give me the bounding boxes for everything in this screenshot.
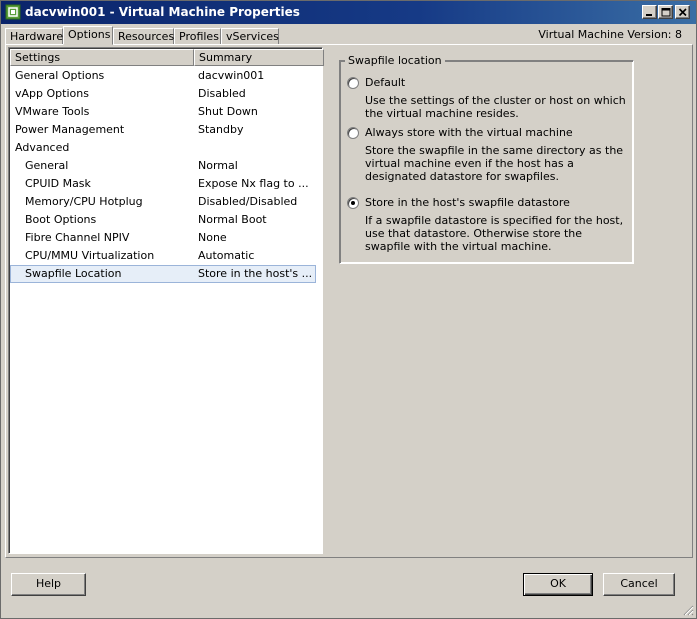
settings-row-general[interactable]: General Normal — [10, 157, 322, 175]
setting-name: CPU/MMU Virtualization — [25, 249, 155, 262]
settings-list: Settings Summary General Options dacvwin0… — [8, 47, 324, 554]
settings-row-fibre-channel-npiv[interactable]: Fibre Channel NPIV None — [10, 229, 322, 247]
close-icon — [678, 8, 687, 17]
setting-name: CPUID Mask — [25, 177, 91, 190]
settings-row-cpu-mmu-virtualization[interactable]: CPU/MMU Virtualization Automatic — [10, 247, 322, 265]
help-button[interactable]: Help — [11, 573, 86, 596]
setting-name: Swapfile Location — [25, 267, 122, 280]
minimize-icon — [646, 14, 652, 16]
setting-summary: None — [198, 231, 227, 244]
setting-name: Advanced — [15, 141, 70, 154]
swapfile-settings-panel: Swapfile location Default Use the settin… — [323, 47, 690, 554]
settings-row-power-management[interactable]: Power Management Standby — [10, 121, 322, 139]
setting-name: Fibre Channel NPIV — [25, 231, 130, 244]
tab-label: Profiles — [179, 30, 219, 43]
column-header-summary[interactable]: Summary — [194, 49, 324, 66]
setting-name: General — [25, 159, 69, 172]
setting-summary: Shut Down — [198, 105, 258, 118]
vm-version-label: Virtual Machine Version: 8 — [538, 28, 682, 41]
tab-label: vServices — [226, 30, 279, 43]
tab-label: Hardware — [10, 30, 64, 43]
setting-summary: Automatic — [198, 249, 255, 262]
setting-name: Boot Options — [25, 213, 97, 226]
minimize-button[interactable] — [642, 5, 657, 19]
radio-default[interactable] — [347, 77, 359, 89]
radio-store-with-vm[interactable] — [347, 127, 359, 139]
setting-summary: Normal — [198, 159, 238, 172]
settings-row-advanced[interactable]: Advanced — [10, 139, 322, 157]
setting-name: General Options — [15, 69, 105, 82]
tab-vservices[interactable]: vServices — [221, 28, 279, 45]
window-title: dacvwin001 - Virtual Machine Properties — [25, 5, 300, 19]
settings-row-boot-options[interactable]: Boot Options Normal Boot — [10, 211, 322, 229]
column-header-settings[interactable]: Settings — [10, 49, 194, 66]
option-label[interactable]: Default — [365, 76, 405, 89]
settings-row-vmware-tools[interactable]: VMware Tools Shut Down — [10, 103, 322, 121]
tab-options[interactable]: Options — [63, 26, 113, 45]
swapfile-group-label: Swapfile location — [345, 54, 445, 67]
settings-rows: General Options dacvwin001 vApp Options Di… — [10, 67, 322, 283]
settings-row-memory-cpu-hotplug[interactable]: Memory/CPU Hotplug Disabled/Disabled — [10, 193, 322, 211]
setting-name: VMware Tools — [15, 105, 90, 118]
tab-profiles[interactable]: Profiles — [174, 28, 221, 45]
option-label[interactable]: Always store with the virtual machine — [365, 126, 573, 139]
setting-name: Power Management — [15, 123, 125, 136]
setting-name: Memory/CPU Hotplug — [25, 195, 143, 208]
setting-summary: Disabled/Disabled — [198, 195, 298, 208]
settings-row-swapfile-location[interactable]: Swapfile Location Store in the host's ... — [10, 265, 316, 283]
setting-summary: Standby — [198, 123, 244, 136]
option-label[interactable]: Store in the host's swapfile datastore — [365, 196, 570, 209]
option-description: If a swapfile datastore is specified for… — [365, 214, 624, 253]
setting-summary: Expose Nx flag to ... — [198, 177, 309, 190]
setting-summary: Store in the host's ... — [198, 267, 313, 280]
settings-list-header: Settings Summary — [10, 49, 324, 66]
settings-row-cpuid-mask[interactable]: CPUID Mask Expose Nx flag to ... — [10, 175, 322, 193]
cancel-button[interactable]: Cancel — [603, 573, 675, 596]
tab-resources[interactable]: Resources — [113, 28, 174, 45]
tab-hardware[interactable]: Hardware — [5, 28, 63, 45]
vm-app-icon — [5, 4, 21, 20]
close-button[interactable] — [675, 5, 690, 19]
settings-row-vapp-options[interactable]: vApp Options Disabled — [10, 85, 322, 103]
setting-name: vApp Options — [15, 87, 89, 100]
radio-host-swapfile-datastore[interactable] — [347, 197, 359, 209]
vm-properties-window: dacvwin001 - Virtual Machine Properties … — [0, 0, 697, 619]
setting-summary: dacvwin001 — [198, 69, 265, 82]
tab-label: Resources — [118, 30, 175, 43]
resize-grip-icon[interactable] — [682, 604, 694, 616]
tab-label: Options — [68, 28, 111, 41]
setting-summary: Normal Boot — [198, 213, 267, 226]
maximize-button[interactable] — [658, 5, 673, 19]
ok-button[interactable]: OK — [523, 573, 593, 596]
setting-summary: Disabled — [198, 87, 246, 100]
settings-row-general-options[interactable]: General Options dacvwin001 — [10, 67, 322, 85]
option-description: Store the swapfile in the same directory… — [365, 144, 624, 183]
maximize-icon — [661, 8, 671, 17]
title-bar[interactable]: dacvwin001 - Virtual Machine Properties — [1, 1, 696, 24]
option-description: Use the settings of the cluster or host … — [365, 94, 626, 120]
